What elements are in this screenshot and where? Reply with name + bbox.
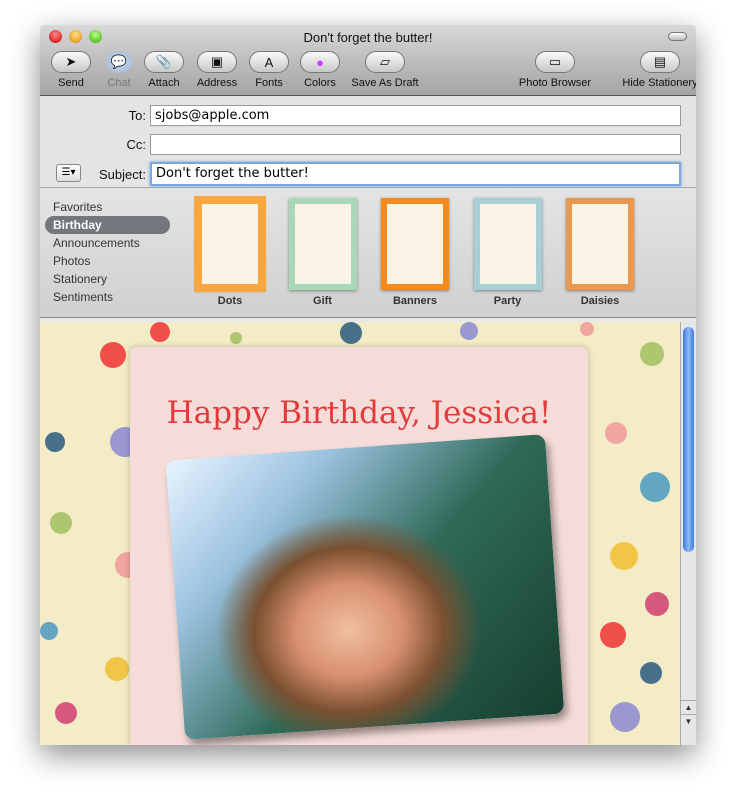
scrollbar-thumb[interactable]: [683, 327, 694, 552]
template-name: Gift: [313, 295, 332, 307]
polka-dot: [645, 592, 669, 616]
stationery-template-gift[interactable]: Gift: [283, 198, 363, 307]
subject-field[interactable]: Don't forget the butter!: [150, 162, 681, 186]
template-name: Daisies: [580, 295, 620, 307]
stationery-template-dots[interactable]: Dots: [190, 196, 270, 307]
template-thumbnail: [194, 196, 266, 292]
polka-dot: [50, 512, 72, 534]
polka-dot: [640, 472, 670, 502]
stationery-pane: Favorites Birthday Announcements Photos Stat…: [40, 188, 696, 318]
save-as-draft-button[interactable]: ▱ Save As Draft: [345, 51, 425, 89]
toolbar-label: Hide Stationery: [622, 77, 696, 89]
category-stationery[interactable]: Stationery: [45, 270, 170, 288]
stationery-template-banners[interactable]: Banners: [375, 198, 455, 307]
template-thumbnail: [473, 198, 542, 290]
to-label: To:: [128, 108, 146, 123]
polka-dot: [610, 542, 638, 570]
hide-stationery-button[interactable]: ▤ Hide Stationery: [620, 51, 696, 89]
polka-dot: [580, 322, 594, 336]
stationery-card: Happy Birthday, Jessica!: [130, 347, 588, 745]
message-heading[interactable]: Happy Birthday, Jessica!: [130, 395, 588, 431]
polka-dot: [55, 702, 77, 724]
polka-dot: [40, 622, 58, 640]
category-photos[interactable]: Photos: [45, 252, 170, 270]
polka-dot: [100, 342, 126, 368]
stationery-template-daisies[interactable]: Daisies: [560, 198, 640, 307]
polka-dot: [460, 322, 478, 340]
template-name: Dots: [217, 295, 243, 307]
header-options-menu[interactable]: ☰▾: [56, 164, 81, 182]
toolbar-label: Save As Draft: [351, 77, 419, 89]
category-sentiments[interactable]: Sentiments: [45, 288, 170, 306]
scroll-up-arrow[interactable]: ▲: [681, 700, 696, 714]
polka-dot: [340, 322, 362, 344]
color-wheel-icon: ●: [300, 51, 340, 73]
polka-dot: [150, 322, 170, 342]
polka-dot: [600, 622, 626, 648]
mail-compose-window: Don't forget the butter! ➤ Send 💬 Chat 📎 Atta…: [40, 25, 696, 745]
vertical-scrollbar[interactable]: ▲ ▼: [680, 322, 696, 745]
polka-dot: [45, 432, 65, 452]
toolbar: Don't forget the butter! ➤ Send 💬 Chat 📎 Atta…: [40, 25, 696, 96]
template-name: Banners: [392, 295, 438, 307]
polka-dot: [105, 657, 129, 681]
template-name: Party: [493, 295, 522, 307]
toolbar-toggle-button[interactable]: [668, 32, 687, 41]
photo-icon: ▭: [535, 51, 575, 73]
window-title: Don't forget the butter!: [303, 30, 433, 45]
template-thumbnail: [381, 198, 449, 290]
to-field[interactable]: sjobs@apple.com: [150, 105, 681, 126]
category-announcements[interactable]: Announcements: [45, 234, 170, 252]
subject-label: Subject:: [99, 167, 146, 182]
polka-dot: [640, 342, 664, 366]
message-header: To: sjobs@apple.com Cc: ☰▾ Subject: Don'…: [40, 96, 696, 188]
template-thumbnail: [566, 198, 634, 290]
polka-dot: [610, 702, 640, 732]
toolbar-label: Photo Browser: [518, 77, 592, 89]
photo-browser-button[interactable]: ▭ Photo Browser: [515, 51, 595, 89]
message-body[interactable]: Happy Birthday, Jessica!: [40, 322, 680, 745]
polka-dot: [605, 422, 627, 444]
cc-label: Cc:: [126, 137, 147, 152]
polka-dot: [230, 332, 242, 344]
scroll-down-arrow[interactable]: ▼: [681, 714, 696, 728]
photo-placeholder[interactable]: [165, 434, 565, 740]
stationery-template-party[interactable]: Party: [468, 198, 548, 307]
stationery-icon: ▤: [640, 51, 680, 73]
polka-dot: [640, 662, 662, 684]
category-birthday[interactable]: Birthday: [45, 216, 170, 234]
template-thumbnail: [288, 198, 357, 290]
category-favorites[interactable]: Favorites: [45, 198, 170, 216]
cc-field[interactable]: [150, 134, 681, 155]
draft-icon: ▱: [365, 51, 405, 73]
